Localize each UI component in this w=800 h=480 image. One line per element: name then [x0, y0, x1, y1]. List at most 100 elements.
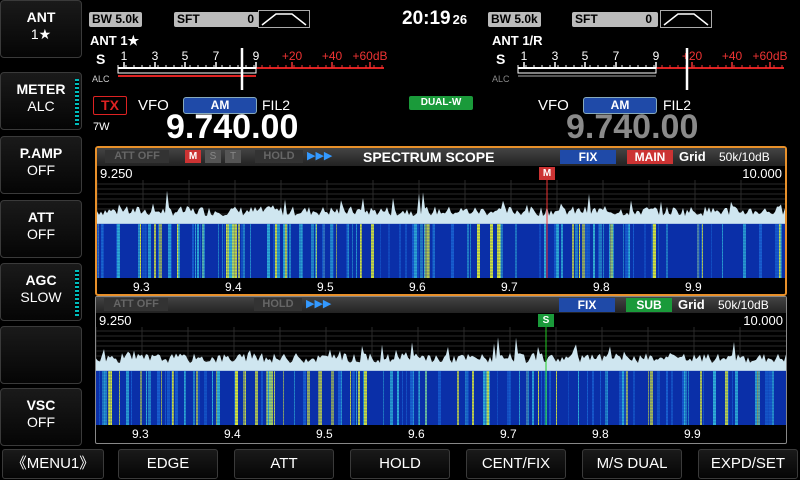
edge-button[interactable]: EDGE: [118, 449, 218, 479]
main-frequency[interactable]: 9.740.00: [166, 108, 298, 147]
scope-tick-label: 9.8: [592, 427, 609, 441]
main-scale-label: +20: [282, 49, 303, 63]
main-alc-label: ALC: [92, 74, 110, 84]
pamp-key[interactable]: P.AMP OFF: [0, 136, 82, 194]
sub-scope-hold[interactable]: HOLD: [254, 298, 302, 311]
vsc-key[interactable]: VSC OFF: [0, 388, 82, 446]
sub-s-label: S: [496, 51, 505, 67]
main-scale-label: 9: [253, 49, 260, 63]
att-key-title: ATT: [27, 209, 55, 225]
main-scope-title: SPECTRUM SCOPE: [363, 149, 495, 165]
sub-scope-att[interactable]: ATT OFF: [104, 298, 168, 311]
ant-key-value: 1★: [30, 26, 52, 42]
main-sft-value: 0: [247, 12, 254, 26]
sub-scope-end: 10.000: [743, 313, 783, 328]
meter-key-value: ALC: [27, 98, 55, 114]
vsc-key-title: VSC: [26, 397, 56, 413]
pamp-key-title: P.AMP: [19, 145, 63, 161]
main-scope-att[interactable]: ATT OFF: [105, 150, 169, 163]
sub-scale-label: +40: [722, 49, 743, 63]
agc-key-value: SLOW: [20, 289, 62, 305]
sub-scope-start: 9.250: [99, 313, 132, 328]
sub-vfo-label: VFO: [538, 97, 569, 114]
sub-scope-grid: Grid: [678, 297, 705, 312]
scope-tick-label: 9.7: [500, 427, 517, 441]
main-scale-label: +40: [322, 49, 343, 63]
clock-time: 20:19 26: [402, 8, 467, 30]
scope-tick-label: 9.4: [224, 427, 241, 441]
scope-tick-label: 9.5: [317, 280, 334, 294]
main-scope-arrows-icon: ▶▶▶: [307, 150, 333, 162]
main-scope-grid: Grid: [679, 149, 706, 164]
sub-scope-marker: S: [538, 314, 554, 327]
sub-scope-graph: [96, 327, 786, 425]
main-bw-pill[interactable]: BW 5.0k: [89, 12, 142, 27]
pamp-key-value: OFF: [27, 162, 55, 178]
blank-key[interactable]: [0, 326, 82, 384]
ms-dual-button[interactable]: M/S DUAL: [582, 449, 682, 479]
main-scope-band: MAIN: [627, 150, 673, 164]
clock-hhmm: 20:19: [402, 8, 451, 29]
main-scope-fix[interactable]: FIX: [560, 150, 616, 164]
scope-tick-label: 9.9: [685, 280, 702, 294]
sub-bw-pill[interactable]: BW 5.0k: [488, 12, 541, 27]
expd-set-button[interactable]: EXPD/SET: [698, 449, 798, 479]
menu1-button[interactable]: 《MENU1》: [2, 449, 104, 479]
main-bw-label: BW: [92, 12, 112, 26]
meter-key-indicator: [75, 79, 79, 125]
power-readout: 7W: [93, 121, 110, 133]
vsc-key-value: OFF: [27, 414, 55, 430]
sub-frequency[interactable]: 9.740.00: [566, 108, 698, 147]
sub-scope-arrows-icon: ▶▶▶: [306, 298, 332, 310]
scope-tick-label: 9.6: [409, 280, 426, 294]
main-sft-pill[interactable]: SFT 0: [174, 12, 260, 27]
sub-scale-label: 9: [653, 49, 660, 63]
att-key-value: OFF: [27, 226, 55, 242]
main-spectrum-scope[interactable]: ATT OFF M S T HOLD ▶▶▶ SPECTRUM SCOPE FI…: [95, 146, 787, 296]
meter-key[interactable]: METER ALC: [0, 72, 82, 130]
main-scale-label: 3: [152, 49, 159, 63]
sub-sft-value: 0: [645, 12, 652, 26]
main-scope-graph: [97, 180, 785, 278]
scope-tick-label: 9.3: [132, 427, 149, 441]
main-bw-value: 5.0k: [115, 12, 139, 26]
scope-tick-label: 9.4: [225, 280, 242, 294]
sub-scale-label: 7: [613, 49, 620, 63]
main-scope-marker: M: [539, 167, 555, 180]
main-vfo-label: VFO: [138, 97, 169, 114]
scope-tick-label: 9.5: [316, 427, 333, 441]
scope-tick-label: 9.7: [501, 280, 518, 294]
agc-key[interactable]: AGC SLOW: [0, 263, 82, 321]
ant-key[interactable]: ANT 1★: [0, 0, 82, 58]
scope-tick-label: 9.6: [408, 427, 425, 441]
main-scale-label: 5: [182, 49, 189, 63]
sub-scope-span: 50k/10dB: [718, 298, 769, 312]
main-scope-t-badge: T: [225, 150, 241, 163]
sub-spectrum-scope[interactable]: ATT OFF HOLD ▶▶▶ FIX SUB Grid 50k/10dB 9…: [95, 296, 787, 444]
agc-key-indicator: [75, 270, 79, 316]
main-scope-start: 9.250: [100, 166, 133, 181]
cent-fix-button[interactable]: CENT/FIX: [466, 449, 566, 479]
hold-button[interactable]: HOLD: [350, 449, 450, 479]
tx-indicator: TX: [93, 96, 127, 115]
main-s-meter: S ALC 1 3 5 7 9 +20 +40 +60dB: [92, 48, 388, 90]
main-scope-s-badge: S: [205, 150, 221, 163]
sub-sft-label: SFT: [575, 12, 598, 26]
att-button[interactable]: ATT: [234, 449, 334, 479]
main-scope-m-badge: M: [185, 150, 201, 163]
main-sft-label: SFT: [177, 12, 200, 26]
meter-key-title: METER: [16, 81, 66, 97]
sub-bw-label: BW: [491, 12, 511, 26]
sub-scale-label: 3: [552, 49, 559, 63]
sub-scope-fix[interactable]: FIX: [559, 298, 615, 312]
sub-filter-shape-icon: [660, 10, 712, 28]
sub-sft-pill[interactable]: SFT 0: [572, 12, 658, 27]
main-scope-hold[interactable]: HOLD: [255, 150, 303, 163]
att-key[interactable]: ATT OFF: [0, 200, 82, 258]
sub-scope-band: SUB: [626, 298, 672, 312]
dual-watch-badge: DUAL-W: [409, 96, 473, 110]
sub-s-meter: S ALC 1 3 5 7 9 +20 +40 +60dB: [492, 48, 788, 90]
ant-key-title: ANT: [26, 9, 56, 25]
sub-scale-label: 5: [582, 49, 589, 63]
sub-scale-label: +20: [682, 49, 703, 63]
